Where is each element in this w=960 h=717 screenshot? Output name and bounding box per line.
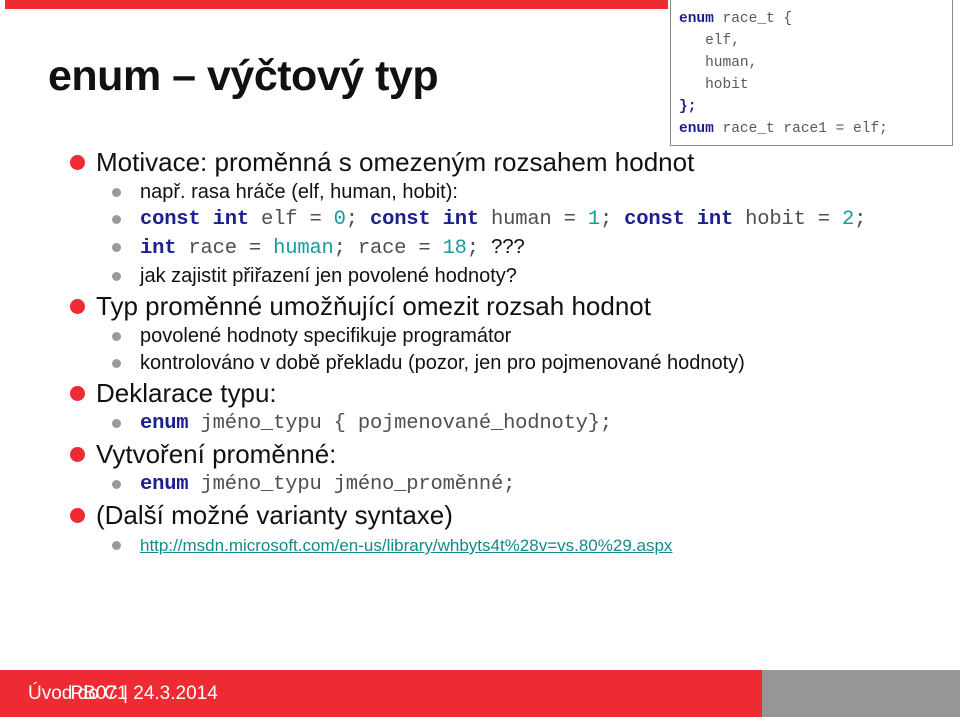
code-token-kw: int	[140, 237, 177, 260]
outline-item-label: např. rasa hráče (elf, human, hobit):	[140, 181, 458, 203]
outline-item-label: (Další možné varianty syntaxe)	[96, 500, 453, 530]
code-token-id: =	[309, 208, 334, 231]
outline-item-level2: const int elf = 0; const int human = 1; …	[0, 206, 960, 233]
code-token-plain: ???	[491, 235, 525, 258]
code-text: elf,	[679, 33, 740, 49]
outline-item-level2: kontrolováno v době překladu (pozor, jen…	[0, 350, 960, 376]
gray-bullet-icon	[112, 243, 121, 252]
code-line: enum race_t race1 = elf;	[679, 118, 952, 140]
outline-item-level2: jak zajistit přiřazení jen povolené hodn…	[0, 263, 960, 289]
red-bullet-icon	[70, 386, 85, 401]
code-keyword: enum	[679, 11, 714, 27]
code-token-id: ;	[345, 208, 370, 231]
outline-item-level2: int race = human; race = 18; ???	[0, 234, 960, 262]
code-token-num: human	[273, 237, 334, 260]
code-token-id: jméno_typu { pojmenované_hodnoty};	[188, 412, 613, 435]
inline-code-snippet: int race = human; race = 18; ???	[140, 235, 525, 260]
code-token-id: ;	[466, 237, 492, 260]
outline-item-label: povolené hodnoty specifikuje programátor	[140, 325, 512, 347]
code-token-id: race =	[176, 237, 274, 260]
outline-item-level2: např. rasa hráče (elf, human, hobit):	[0, 179, 960, 205]
code-snippet-box: enum race_t { elf, human, hobit}; enum ra…	[670, 0, 953, 146]
outline-item-level1: (Další možné varianty syntaxe)	[0, 499, 960, 531]
code-line: };	[679, 96, 952, 118]
code-token-kw: const int	[140, 208, 249, 231]
code-text: race_t {	[713, 11, 793, 27]
code-token-num: 2	[842, 208, 855, 231]
footer-course-code: PB071	[70, 683, 128, 704]
code-token-num: 18	[442, 237, 467, 260]
top-accent-bar	[5, 0, 668, 9]
code-token-id: jméno_typu jméno_proměnné;	[188, 473, 516, 496]
inline-code-snippet: enum jméno_typu jméno_proměnné;	[140, 473, 515, 496]
external-link[interactable]: http://msdn.microsoft.com/en-us/library/…	[140, 536, 672, 555]
outline-item-level2: enum jméno_typu { pojmenované_hodnoty};	[0, 410, 960, 437]
code-line: enum race_t {	[679, 8, 952, 30]
gray-bullet-icon	[112, 332, 121, 341]
code-text: race_t race1 = elf;	[713, 121, 888, 137]
outline-item-label: jak zajistit přiřazení jen povolené hodn…	[140, 265, 517, 287]
gray-bullet-icon	[112, 480, 121, 489]
gray-bullet-icon	[112, 419, 121, 428]
red-bullet-icon	[70, 155, 85, 170]
code-token-kw: enum	[140, 473, 189, 496]
code-keyword: };	[679, 99, 697, 115]
gray-bullet-icon	[112, 359, 121, 368]
code-token-kw: const int	[624, 208, 734, 231]
outline-item-level2[interactable]: http://msdn.microsoft.com/en-us/library/…	[0, 532, 960, 558]
code-line: human,	[679, 52, 952, 74]
code-token-id: ;	[854, 208, 867, 231]
outline-item-label: kontrolováno v době překladu (pozor, jen…	[140, 352, 745, 374]
gray-bullet-icon	[112, 215, 121, 224]
code-text: human,	[679, 55, 758, 71]
outline-item-label: Vytvoření proměnné:	[96, 439, 337, 469]
inline-code-snippet: enum jméno_typu { pojmenované_hodnoty};	[140, 412, 612, 435]
outline-item-level2: enum jméno_typu jméno_proměnné;	[0, 471, 960, 498]
code-keyword: enum	[679, 121, 714, 137]
code-token-id: elf	[248, 208, 310, 231]
gray-bullet-icon	[112, 272, 121, 281]
code-line: elf,	[679, 30, 952, 52]
red-bullet-icon	[70, 299, 85, 314]
slide-body-outline: Motivace: proměnná s omezeným rozsahem h…	[0, 146, 960, 559]
outline-item-label: Motivace: proměnná s omezeným rozsahem h…	[96, 147, 695, 177]
code-line: hobit	[679, 74, 952, 96]
gray-bullet-icon	[112, 188, 121, 197]
code-token-num: 0	[333, 208, 346, 231]
outline-item-level1: Typ proměnné umožňující omezit rozsah ho…	[0, 290, 960, 322]
footer-right-band	[762, 670, 960, 717]
outline-item-label: Typ proměnné umožňující omezit rozsah ho…	[96, 291, 651, 321]
outline-item-label: Deklarace typu:	[96, 378, 277, 408]
code-token-id: ; race =	[333, 237, 443, 260]
outline-item-level1: Deklarace typu:	[0, 377, 960, 409]
inline-code-snippet: const int elf = 0; const int human = 1; …	[140, 208, 866, 231]
slide-footer: Úvod do C | 24.3.2014 PB071	[0, 670, 960, 717]
code-token-kw: enum	[140, 412, 189, 435]
code-token-kw: const int	[369, 208, 479, 231]
code-token-id: hobit =	[733, 208, 842, 231]
code-token-id: ;	[599, 208, 625, 231]
code-token-num: 1	[587, 208, 600, 231]
outline-item-level2: povolené hodnoty specifikuje programátor	[0, 323, 960, 349]
page-title: enum – výčtový typ	[48, 52, 439, 100]
gray-bullet-icon	[112, 541, 121, 550]
code-token-id: human =	[478, 208, 588, 231]
outline-item-level1: Motivace: proměnná s omezeným rozsahem h…	[0, 146, 960, 178]
code-text: hobit	[679, 77, 749, 93]
outline-item-level1: Vytvoření proměnné:	[0, 438, 960, 470]
red-bullet-icon	[70, 447, 85, 462]
red-bullet-icon	[70, 508, 85, 523]
